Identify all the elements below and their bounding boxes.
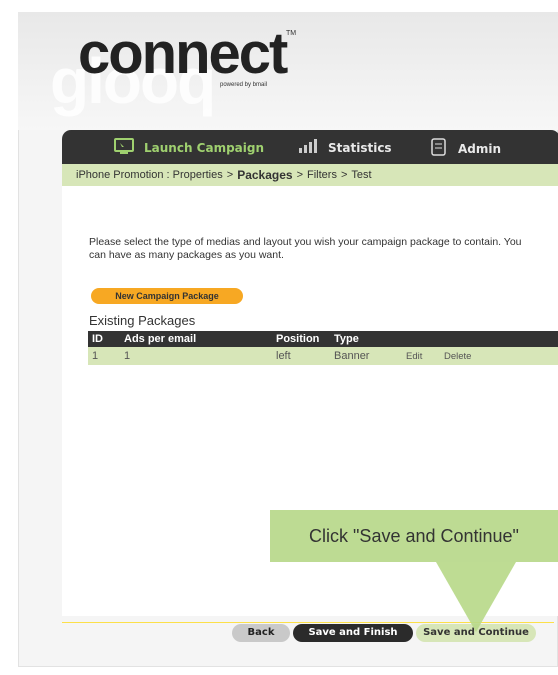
callout-text: Click "Save and Continue"	[309, 525, 519, 546]
logo-tm: TM	[286, 30, 297, 37]
existing-packages-title: Existing Packages	[89, 313, 196, 328]
callout-arrow	[436, 562, 516, 632]
nav-launch-label: Launch Campaign	[144, 141, 265, 155]
col-position: Position	[272, 331, 330, 347]
save-and-finish-button[interactable]: Save and Finish	[293, 624, 413, 642]
breadcrumb-item[interactable]: Filters	[307, 169, 337, 181]
col-id: ID	[88, 331, 120, 347]
breadcrumb-item[interactable]: iPhone Promotion : Properties	[76, 169, 223, 181]
breadcrumb-separator: >	[226, 169, 234, 181]
cell-id: 1	[88, 347, 120, 365]
packages-table: ID Ads per email Position Type 1 1 left …	[88, 331, 558, 365]
cell-type: Banner	[330, 347, 402, 365]
col-delete	[440, 331, 558, 347]
table-row: 1 1 left Banner Edit Delete	[88, 347, 558, 365]
logo-powered-by: powered by bmail	[220, 82, 268, 88]
breadcrumb-separator: >	[296, 169, 304, 181]
bar-chart-icon	[298, 138, 318, 157]
instruction-callout: Click "Save and Continue"	[270, 510, 558, 562]
new-campaign-package-button[interactable]: New Campaign Package	[91, 288, 243, 304]
delete-link[interactable]: Delete	[440, 347, 558, 365]
intro-text: Please select the type of medias and lay…	[89, 236, 522, 261]
breadcrumb-separator: >	[340, 169, 348, 181]
logo-connect: connect	[78, 21, 288, 86]
nav-launch-campaign[interactable]: Launch Campaign	[114, 138, 264, 158]
nav-admin-label: Admin	[458, 141, 502, 156]
col-edit	[402, 331, 440, 347]
cell-position: left	[272, 347, 330, 365]
monitor-icon	[114, 138, 134, 158]
back-button[interactable]: Back	[232, 624, 290, 642]
nav-admin[interactable]: Admin	[430, 138, 501, 159]
document-icon	[430, 138, 448, 159]
table-header-row: ID Ads per email Position Type	[88, 331, 558, 347]
nav-statistics-label: Statistics	[328, 140, 392, 155]
breadcrumb-item[interactable]: Test	[351, 169, 371, 181]
nav-statistics[interactable]: Statistics	[298, 138, 392, 157]
main-nav: Launch Campaign Statistics Admin	[62, 130, 558, 164]
breadcrumb-current: Packages	[237, 168, 293, 182]
breadcrumb: iPhone Promotion : Properties > Packages…	[62, 164, 558, 186]
cell-ads: 1	[120, 347, 272, 365]
edit-link[interactable]: Edit	[402, 347, 440, 365]
col-ads-per-email: Ads per email	[120, 331, 272, 347]
col-type: Type	[330, 331, 402, 347]
header: glooq connect TM powered by bmail	[18, 12, 558, 130]
